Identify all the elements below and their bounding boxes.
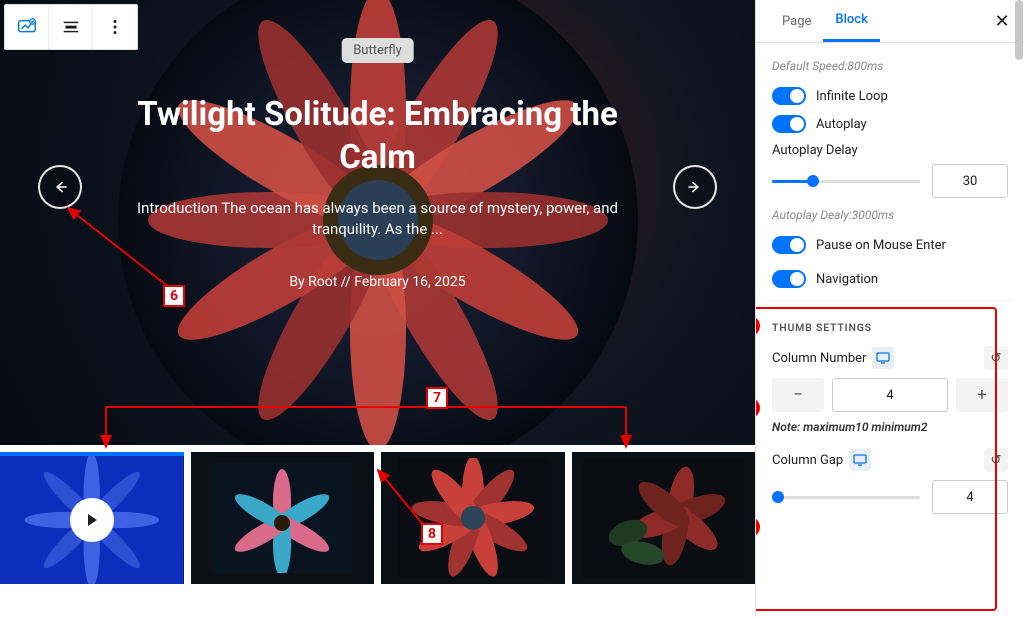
align-icon: [60, 16, 82, 38]
infinite-loop-label: Infinite Loop: [816, 89, 888, 104]
pause-on-enter-row: Pause on Mouse Enter: [772, 236, 1008, 254]
column-number-stepper: − 4 +: [772, 378, 1008, 412]
tab-block[interactable]: Block: [823, 0, 879, 42]
autoplay-delay-slider[interactable]: [772, 171, 920, 191]
slide-title: Twilight Solitude: Embracing the Calm: [98, 94, 658, 180]
prev-slide-button[interactable]: [38, 165, 82, 209]
column-gap-slider[interactable]: [772, 487, 920, 507]
thumbnail-4-art: [583, 458, 743, 578]
next-slide-button[interactable]: [673, 165, 717, 209]
autoplay-delay-label: Autoplay Delay: [772, 143, 1008, 158]
slide-hero: Butterfly Twilight Solitude: Embracing t…: [0, 0, 755, 445]
autoplay-delay-control: 30: [772, 164, 1008, 198]
close-icon: ✕: [994, 11, 1009, 32]
column-number-row: Column Number ↺: [772, 346, 1008, 370]
align-button[interactable]: [49, 5, 93, 49]
thumb-settings-heading: THUMB SETTINGS: [772, 321, 1008, 334]
navigation-toggle[interactable]: [772, 270, 806, 288]
default-speed-note: Default Speed:800ms: [772, 59, 1008, 73]
sidebar-tabs: Page Block ✕: [756, 0, 1024, 43]
thumbnail-2-art: [212, 463, 352, 573]
annotation-circle-8: 8: [756, 515, 762, 539]
annotation-badge-6: 6: [163, 285, 185, 307]
autoplay-delay-input[interactable]: 30: [932, 164, 1008, 198]
annotation-badge-8: 8: [421, 523, 443, 545]
close-sidebar-button[interactable]: ✕: [986, 5, 1018, 37]
column-gap-row: Column Gap ↺: [772, 448, 1008, 472]
autoplay-label: Autoplay: [816, 117, 867, 132]
annotation-badge-7: 7: [426, 387, 448, 409]
autoplay-row: Autoplay: [772, 115, 1008, 133]
slide-caption: Introduction The ocean has always been a…: [118, 198, 638, 240]
infinite-loop-row: Infinite Loop: [772, 87, 1008, 105]
category-pill[interactable]: Butterfly: [341, 38, 414, 63]
editor-canvas: Butterfly Twilight Solitude: Embracing t…: [0, 0, 755, 617]
autoplay-toggle[interactable]: [772, 115, 806, 133]
thumbnail-4[interactable]: [572, 452, 756, 584]
settings-sidebar: Page Block ✕ Default Speed:800ms Infinit…: [755, 0, 1024, 617]
more-options-button[interactable]: [93, 5, 137, 49]
column-number-reset[interactable]: ↺: [984, 346, 1008, 370]
more-icon: [104, 16, 126, 38]
responsive-device-button-2[interactable]: [849, 449, 871, 471]
sidebar-body: Default Speed:800ms Infinite Loop Autopl…: [756, 43, 1024, 617]
play-icon: [70, 498, 114, 542]
column-number-input[interactable]: 4: [832, 378, 948, 412]
responsive-device-button[interactable]: [872, 347, 894, 369]
desktop-icon: [853, 454, 867, 466]
tab-page[interactable]: Page: [770, 2, 823, 41]
annotation-circle-7: 7: [756, 396, 762, 420]
navigation-label: Navigation: [816, 272, 878, 287]
pause-on-enter-toggle[interactable]: [772, 236, 806, 254]
column-number-decrement[interactable]: −: [772, 378, 824, 412]
thumbnail-3[interactable]: [381, 452, 565, 584]
column-gap-reset[interactable]: ↺: [984, 448, 1008, 472]
infinite-loop-toggle[interactable]: [772, 87, 806, 105]
arrow-right-icon: [686, 178, 704, 196]
thumbnail-3-art: [398, 458, 548, 578]
thumbnail-2[interactable]: [191, 452, 375, 584]
navigation-row: Navigation: [772, 270, 1008, 288]
thumbnail-1[interactable]: [0, 452, 184, 584]
block-icon: [16, 16, 38, 38]
column-gap-label: Column Gap: [772, 453, 843, 468]
pause-on-enter-label: Pause on Mouse Enter: [816, 238, 946, 253]
undo-icon: ↺: [991, 351, 1002, 366]
arrow-left-icon: [51, 178, 69, 196]
thumbnails-row: [0, 445, 755, 584]
autoplay-delay-note: Autoplay Dealy:3000ms: [772, 208, 1008, 222]
undo-icon: ↺: [991, 453, 1002, 468]
column-number-label: Column Number: [772, 351, 866, 366]
annotation-circle-6: 6: [756, 314, 762, 338]
column-number-increment[interactable]: +: [956, 378, 1008, 412]
column-number-note: Note: maximum10 minimum2: [772, 420, 1008, 434]
slide-meta: By Root // February 16, 2025: [0, 274, 755, 290]
desktop-icon: [876, 352, 890, 364]
block-icon-button[interactable]: [5, 5, 49, 49]
block-toolbar: [4, 4, 138, 50]
column-gap-input[interactable]: 4: [932, 480, 1008, 514]
column-gap-control: 4: [772, 480, 1008, 514]
divider: [770, 300, 1010, 301]
